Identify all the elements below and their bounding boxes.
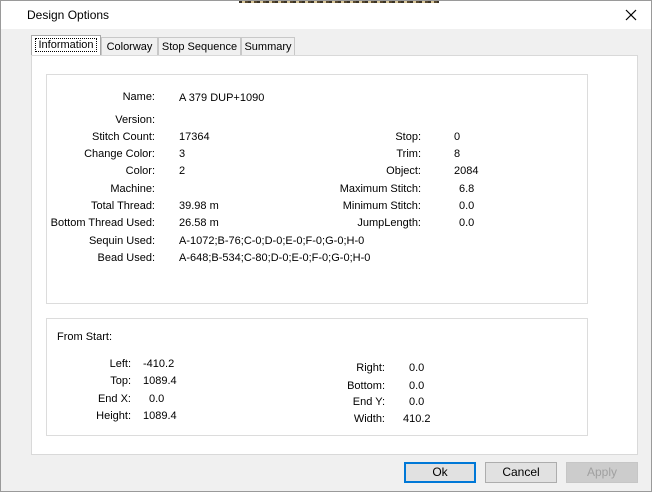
height-label: Height: [96,410,131,422]
left-value: -410.2 [143,358,175,370]
from-start-group: From Start: Left: -410.2 Top: 1089.4 End… [46,318,588,436]
ok-button[interactable]: Ok [404,462,476,483]
background-image-strip [239,1,439,3]
max-stitch-label: Maximum Stitch: [339,183,421,195]
information-page: Name: A 379 DUP+1090 Version: Stitch Cou… [31,55,638,455]
end-y-value: 0.0 [409,396,425,408]
top-label: Top: [110,375,131,387]
tab-stop-sequence[interactable]: Stop Sequence [158,37,241,55]
stop-label: Stop: [395,131,421,143]
total-thread-value: 39.98 m [179,200,219,212]
jump-length-value: 0.0 [459,217,475,229]
stop-value: 0 [454,131,461,143]
change-color-label: Change Color: [84,148,155,160]
name-value: A 379 DUP+1090 [179,92,265,104]
window-title: Design Options [27,8,110,22]
design-options-dialog: Design Options Information Colorway Stop… [0,0,652,492]
right-label: Right: [356,362,385,374]
stitch-count-label: Stitch Count: [92,131,155,143]
apply-button[interactable]: Apply [566,462,638,483]
stitch-count-value: 17364 [179,131,210,143]
bottom-thread-label: Bottom Thread Used: [50,217,155,229]
max-stitch-value: 6.8 [459,183,475,195]
min-stitch-label: Minimum Stitch: [342,200,421,212]
tab-colorway[interactable]: Colorway [101,37,158,55]
sequin-used-label: Sequin Used: [88,235,155,247]
bottom-thread-value: 26.58 m [179,217,219,229]
top-value: 1089.4 [143,375,177,387]
bead-used-value: A-648;B-534;C-80;D-0;E-0;F-0;G-0;H-0 [179,252,371,264]
object-value: 2084 [454,165,479,177]
bead-used-label: Bead Used: [97,252,155,264]
version-label: Version: [115,114,155,126]
tab-summary[interactable]: Summary [241,37,295,55]
min-stitch-value: 0.0 [459,200,475,212]
cancel-button[interactable]: Cancel [485,462,557,483]
machine-label: Machine: [110,183,155,195]
end-x-label: End X: [97,393,131,405]
color-value: 2 [179,165,186,177]
height-value: 1089.4 [143,410,177,422]
title-bar: Design Options [1,1,651,29]
object-label: Object: [386,165,421,177]
end-x-value: 0.0 [149,393,165,405]
design-info-group: Name: A 379 DUP+1090 Version: Stitch Cou… [46,74,588,304]
sequin-used-value: A-1072;B-76;C-0;D-0;E-0;F-0;G-0;H-0 [179,235,365,247]
bottom-value: 0.0 [409,380,425,392]
jump-length-label: JumpLength: [357,217,421,229]
right-value: 0.0 [409,362,425,374]
change-color-value: 3 [179,148,186,160]
from-start-title: From Start: [57,331,113,343]
close-button[interactable] [613,3,649,27]
left-label: Left: [109,358,131,370]
width-label: Width: [353,413,385,425]
end-y-label: End Y: [352,396,385,408]
tab-information[interactable]: Information [31,35,101,57]
name-label: Name: [122,91,155,103]
color-label: Color: [125,165,155,177]
bottom-label: Bottom: [347,380,385,392]
trim-value: 8 [454,148,461,160]
total-thread-label: Total Thread: [90,200,155,212]
close-icon [625,9,637,21]
trim-label: Trim: [396,148,421,160]
width-value: 410.2 [403,413,431,425]
